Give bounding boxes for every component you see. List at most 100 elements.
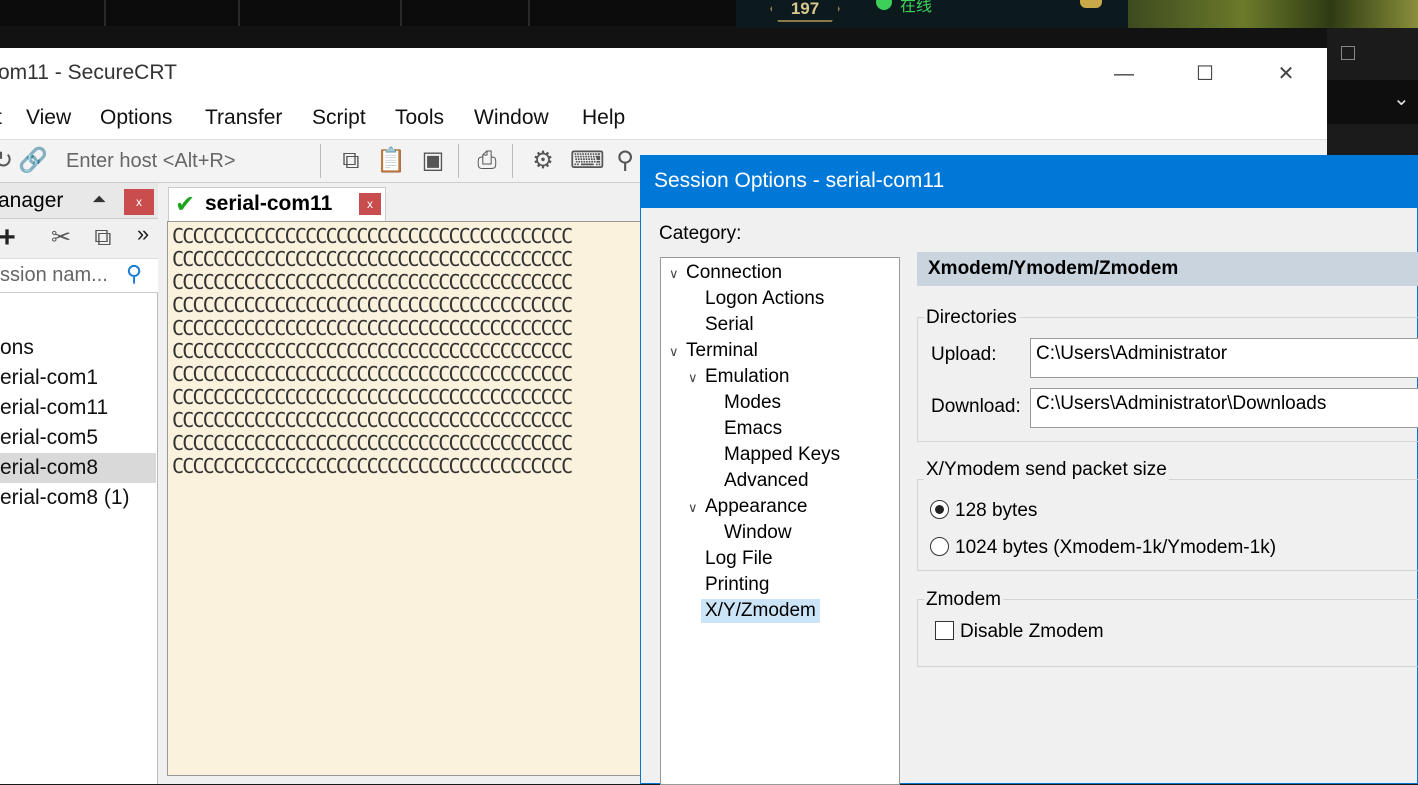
tree-item-terminal[interactable]: Terminal (686, 339, 758, 363)
session-manager-close-button[interactable]: x (124, 189, 154, 215)
session-list-item[interactable]: erial-com8 (1) (0, 483, 156, 513)
radio-128-bytes[interactable] (930, 500, 949, 519)
tree-item-appearance[interactable]: Appearance (705, 495, 807, 519)
maximize-button[interactable]: ☐ (1185, 60, 1225, 88)
menu-edit[interactable]: t (0, 106, 2, 130)
online-status-icon (876, 0, 892, 10)
title-bar: om11 - SecureCRT — ☐ ✕ (0, 48, 1327, 100)
session-manager-toolbar: + ✂ ⧉ » (0, 219, 158, 259)
host-input[interactable]: Enter host <Alt+R> (58, 145, 316, 177)
toolbar-divider (320, 144, 321, 178)
tree-item-emulation[interactable]: Emulation (705, 365, 790, 389)
terminal-line: CCCCCCCCCCCCCCCCCCCCCCCCCCCCCCCCCCCCCCC (172, 339, 573, 363)
maximize-icon (1341, 46, 1355, 60)
session-options-dialog: Session Options - serial-com11 Category:… (640, 155, 1418, 785)
pin-icon[interactable]: ⏶ (92, 189, 106, 210)
session-search-input[interactable]: ssion nam... (0, 264, 108, 287)
radio-128-label[interactable]: 128 bytes (955, 500, 1037, 522)
zmodem-label: Zmodem (924, 589, 1003, 611)
directories-label: Directories (924, 307, 1019, 329)
close-button[interactable]: ✕ (1266, 60, 1306, 88)
session-list-item[interactable]: erial-com5 (0, 423, 156, 453)
menu-options[interactable]: Options (100, 106, 172, 130)
key-icon[interactable]: ⚲ (610, 146, 640, 176)
terminal-line: CCCCCCCCCCCCCCCCCCCCCCCCCCCCCCCCCCCCCCC (172, 270, 573, 294)
find-icon[interactable]: ▣ (418, 146, 448, 176)
session-search[interactable]: ssion nam... ⚲ (0, 259, 158, 293)
reconnect-icon[interactable]: ↻ (0, 146, 18, 176)
paste-icon[interactable]: 📋 (376, 146, 406, 176)
cut-icon[interactable]: ✂ (46, 223, 76, 253)
dialog-title: Session Options - serial-com11 (654, 169, 945, 192)
background-taskbar (0, 0, 736, 26)
session-manager-title: anager (0, 189, 64, 212)
tree-item-modes[interactable]: Modes (724, 391, 781, 415)
online-status-text: 在线 (900, 0, 933, 15)
session-list-item[interactable]: erial-com11 (0, 393, 156, 423)
session-list-item[interactable]: erial-com8 (0, 453, 156, 483)
background-divider (528, 0, 530, 26)
session-list-item[interactable]: ons (0, 333, 156, 363)
terminal-view[interactable]: CCCCCCCCCCCCCCCCCCCCCCCCCCCCCCCCCCCCCCC C… (167, 221, 647, 776)
keymap-icon[interactable]: ⌨ (570, 146, 605, 176)
tree-item-serial[interactable]: Serial (705, 313, 754, 337)
menu-script[interactable]: Script (312, 106, 366, 130)
chevron-down-icon[interactable]: ∨ (688, 370, 698, 386)
tree-item-mapped-keys[interactable]: Mapped Keys (724, 443, 840, 467)
chevron-down-icon: ⌄ (1393, 88, 1410, 110)
background-divider (104, 0, 106, 26)
chevron-down-icon[interactable]: ∨ (688, 500, 698, 516)
upload-field[interactable]: C:\Users\Administrator (1030, 338, 1418, 378)
terminal-line: CCCCCCCCCCCCCCCCCCCCCCCCCCCCCCCCCCCCCCC (172, 293, 573, 317)
radio-1024-label[interactable]: 1024 bytes (Xmodem-1k/Ymodem-1k) (955, 537, 1276, 559)
menu-window[interactable]: Window (474, 106, 549, 130)
search-icon[interactable]: ⚲ (126, 261, 142, 287)
level-badge: 197 (770, 0, 840, 22)
tree-item-printing[interactable]: Printing (705, 573, 769, 597)
tab-label: serial-com11 (205, 192, 333, 215)
session-manager: anager ⏶ x + ✂ ⧉ » ssion nam... ⚲ ons eri… (0, 183, 158, 784)
terminal-line: CCCCCCCCCCCCCCCCCCCCCCCCCCCCCCCCCCCCCCC (172, 316, 573, 340)
copy-icon[interactable]: ⧉ (336, 146, 366, 176)
tab-serial-com11[interactable]: ✔ serial-com11 x (168, 187, 386, 221)
disconnect-icon[interactable]: 🔗 (18, 146, 48, 176)
background-divider (400, 0, 402, 26)
copy-session-icon[interactable]: ⧉ (88, 223, 118, 253)
chevron-down-icon[interactable]: ∨ (669, 266, 679, 282)
terminal-line: CCCCCCCCCCCCCCCCCCCCCCCCCCCCCCCCCCCCCCC (172, 431, 573, 455)
menu-view[interactable]: View (26, 106, 71, 130)
tree-item-emacs[interactable]: Emacs (724, 417, 782, 441)
menu-help[interactable]: Help (582, 106, 625, 130)
disable-zmodem-checkbox[interactable] (935, 621, 954, 640)
tab-close-button[interactable]: x (359, 193, 381, 215)
print-icon[interactable]: ⎙ (472, 146, 502, 176)
menu-transfer[interactable]: Transfer (205, 106, 282, 130)
tree-item-log-file[interactable]: Log File (705, 547, 773, 571)
terminal-line: CCCCCCCCCCCCCCCCCCCCCCCCCCCCCCCCCCCCCCC (172, 408, 573, 432)
terminal-line: CCCCCCCCCCCCCCCCCCCCCCCCCCCCCCCCCCCCCCC (172, 454, 573, 478)
terminal-line: CCCCCCCCCCCCCCCCCCCCCCCCCCCCCCCCCCCCCCC (172, 385, 573, 409)
tree-item-advanced[interactable]: Advanced (724, 469, 809, 493)
panel-title: Xmodem/Ymodem/Zmodem (928, 258, 1179, 279)
minimize-button[interactable]: — (1104, 60, 1144, 88)
dialog-title-bar[interactable]: Session Options - serial-com11 (641, 156, 1418, 208)
more-icon[interactable]: » (128, 219, 158, 249)
tree-item-logon-actions[interactable]: Logon Actions (705, 287, 824, 311)
tab-strip: ✔ serial-com11 x (158, 183, 640, 221)
window-title: om11 - SecureCRT (0, 61, 177, 84)
download-label: Download: (931, 396, 1021, 417)
download-field[interactable]: C:\Users\Administrator\Downloads (1030, 388, 1418, 428)
menu-tools[interactable]: Tools (395, 106, 444, 130)
category-tree: ∨ Connection Logon Actions Serial ∨ Term… (660, 257, 900, 785)
panel-header: Xmodem/Ymodem/Zmodem (917, 252, 1418, 286)
tree-item-xyzmodem[interactable]: X/Y/Zmodem (701, 599, 820, 623)
chevron-down-icon[interactable]: ∨ (669, 344, 679, 360)
background-divider (238, 0, 240, 26)
tree-item-connection[interactable]: Connection (686, 261, 782, 285)
disable-zmodem-label[interactable]: Disable Zmodem (960, 621, 1104, 643)
gear-icon[interactable]: ⚙ (528, 146, 558, 176)
session-list-item[interactable]: erial-com1 (0, 363, 156, 393)
radio-1024-bytes[interactable] (930, 537, 949, 556)
tree-item-window[interactable]: Window (724, 521, 792, 545)
add-session-icon[interactable]: + (0, 223, 22, 253)
